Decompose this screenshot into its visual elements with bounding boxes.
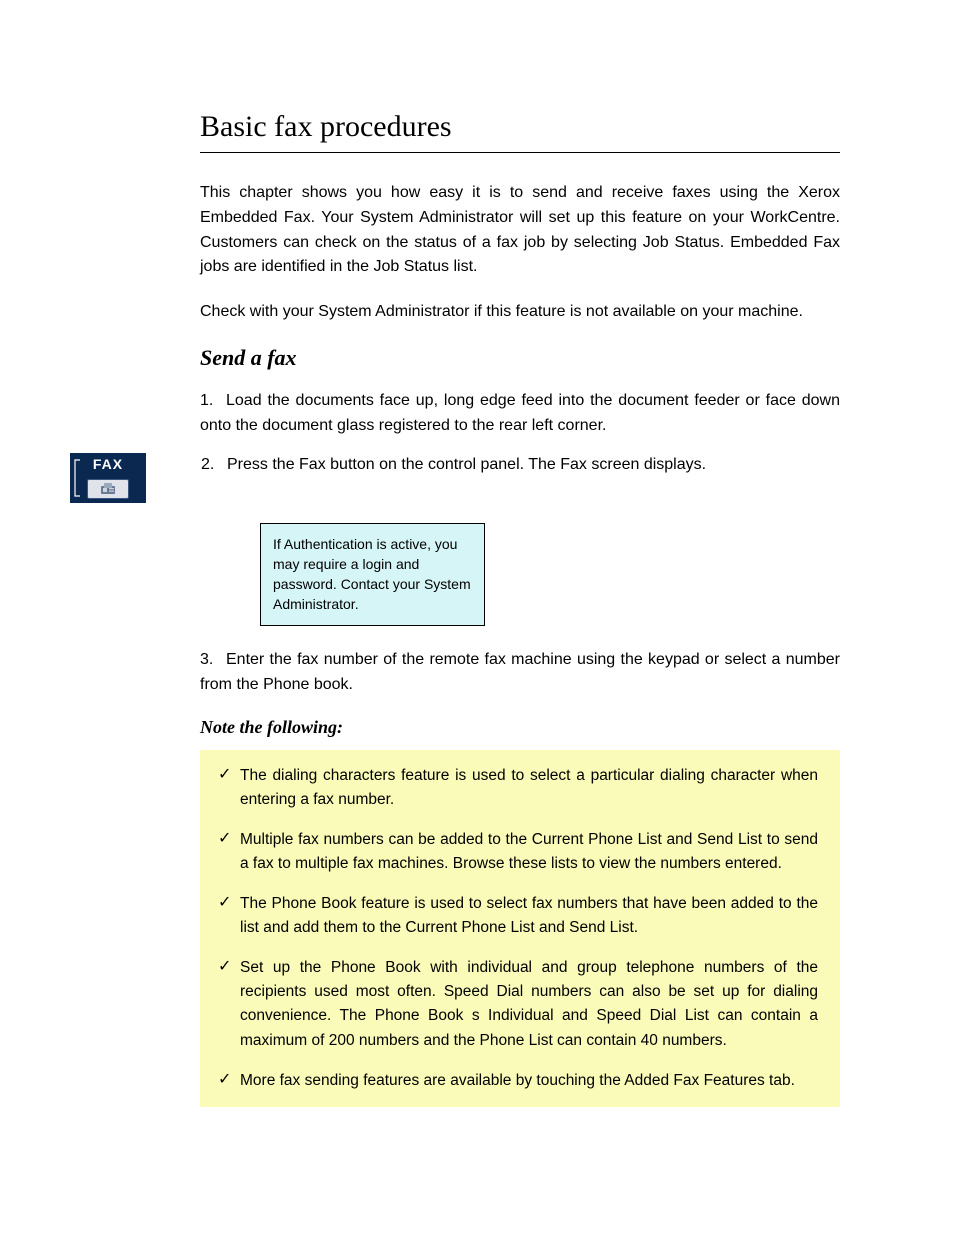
checkmark-icon: ✓	[218, 828, 240, 850]
notes-list: ✓ The dialing characters feature is used…	[200, 750, 840, 1106]
note-text: The Phone Book feature is used to select…	[240, 892, 818, 940]
step-3-number: 3.	[200, 648, 226, 673]
note-text: Multiple fax numbers can be added to the…	[240, 828, 818, 876]
notes-lead: Note the following:	[200, 717, 840, 738]
checkmark-icon: ✓	[218, 764, 240, 786]
step-2-text: Press the Fax button on the control pane…	[227, 456, 706, 473]
step-1-text: Load the documents face up, long edge fe…	[200, 392, 840, 434]
note-text: The dialing characters feature is used t…	[240, 764, 818, 812]
step-3-text: Enter the fax number of the remote fax m…	[200, 651, 840, 693]
checkmark-icon: ✓	[218, 892, 240, 914]
note-text: More fax sending features are available …	[240, 1069, 818, 1093]
step-2-number: 2.	[201, 453, 227, 478]
note-item: ✓ Multiple fax numbers can be added to t…	[218, 828, 818, 876]
step-1-number: 1.	[200, 389, 226, 414]
checkmark-icon: ✓	[218, 1069, 240, 1091]
note-text: Set up the Phone Book with individual an…	[240, 956, 818, 1052]
note-item: ✓ The dialing characters feature is used…	[218, 764, 818, 812]
note-item: ✓ Set up the Phone Book with individual …	[218, 956, 818, 1052]
title-rule	[200, 152, 840, 153]
fax-button-illustration: FAX	[70, 453, 146, 503]
page-title: Basic fax procedures	[200, 110, 840, 144]
authentication-info-box: If Authentication is active, you may req…	[260, 523, 485, 626]
note-item: ✓ More fax sending features are availabl…	[218, 1069, 818, 1093]
note-item: ✓ The Phone Book feature is used to sele…	[218, 892, 818, 940]
step-2-row: FAX 2.Press the Fax button on the contro…	[70, 453, 840, 503]
step-3: 3.Enter the fax number of the remote fax…	[200, 648, 840, 698]
section-heading-send-fax: Send a fax	[200, 345, 840, 371]
bracket-icon	[73, 459, 81, 497]
checkmark-icon: ✓	[218, 956, 240, 978]
intro-paragraph-1: This chapter shows you how easy it is to…	[200, 181, 840, 280]
step-1: 1.Load the documents face up, long edge …	[200, 389, 840, 439]
fax-machine-icon	[87, 479, 129, 499]
intro-paragraph-2: Check with your System Administrator if …	[200, 300, 840, 325]
step-2: 2.Press the Fax button on the control pa…	[201, 453, 840, 478]
fax-label: FAX	[70, 453, 146, 472]
